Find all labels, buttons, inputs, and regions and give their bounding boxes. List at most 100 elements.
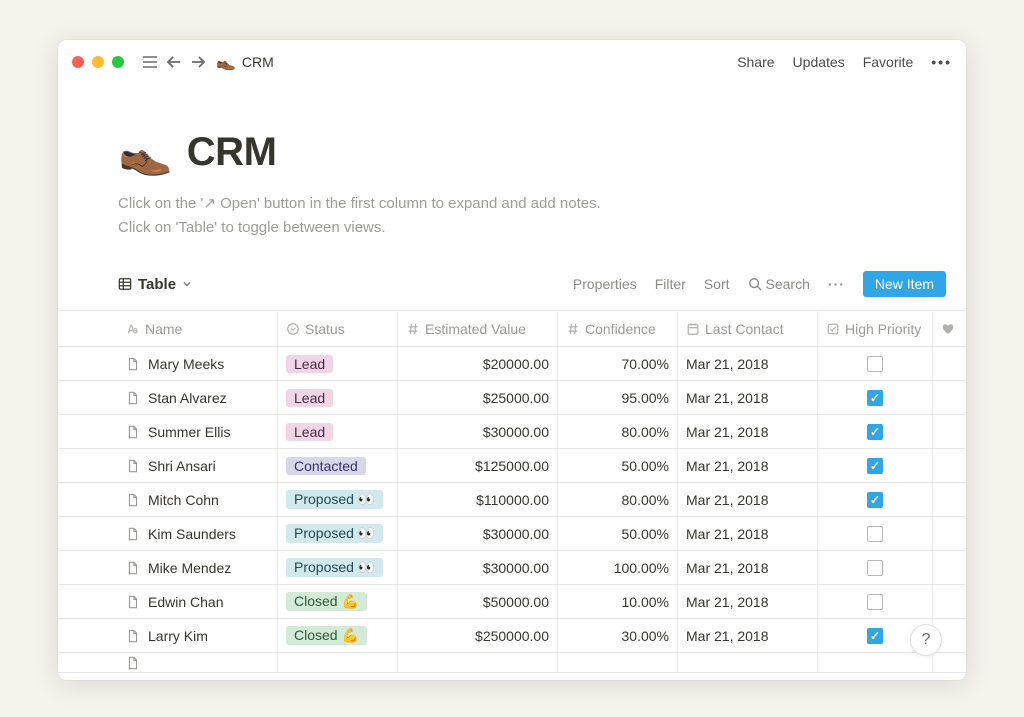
cell-name[interactable]: Shri Ansari [118, 449, 278, 482]
cell-name[interactable]: Stan Alvarez [118, 381, 278, 414]
table-row[interactable]: Larry KimClosed 💪$250000.0030.00%Mar 21,… [58, 618, 966, 652]
new-item-button[interactable]: New Item [863, 271, 946, 297]
cell-name[interactable]: Mary Meeks [118, 347, 278, 380]
cell-status[interactable]: Proposed 👀 [278, 483, 398, 516]
share-button[interactable]: Share [737, 54, 774, 70]
cell-confidence[interactable]: 10.00% [558, 585, 678, 618]
cell-priority[interactable] [818, 483, 933, 516]
cell-priority[interactable] [818, 347, 933, 380]
cell-confidence[interactable]: 95.00% [558, 381, 678, 414]
forward-icon[interactable] [186, 50, 210, 74]
cell-status[interactable]: Lead [278, 347, 398, 380]
cell-overflow[interactable] [933, 449, 966, 482]
table-row[interactable]: Shri AnsariContacted$125000.0050.00%Mar … [58, 448, 966, 482]
priority-checkbox[interactable] [867, 390, 883, 406]
cell-status[interactable]: Proposed 👀 [278, 517, 398, 550]
table-row[interactable]: Edwin ChanClosed 💪$50000.0010.00%Mar 21,… [58, 584, 966, 618]
favorite-button[interactable]: Favorite [863, 54, 914, 70]
cell-last-contact[interactable]: Mar 21, 2018 [678, 585, 818, 618]
table-row[interactable]: Stan AlvarezLead$25000.0095.00%Mar 21, 2… [58, 380, 966, 414]
priority-checkbox[interactable] [867, 424, 883, 440]
cell-confidence[interactable]: 70.00% [558, 347, 678, 380]
back-icon[interactable] [162, 50, 186, 74]
more-menu-icon[interactable]: ••• [931, 54, 952, 70]
cell-confidence[interactable]: 50.00% [558, 517, 678, 550]
cell-last-contact[interactable]: Mar 21, 2018 [678, 415, 818, 448]
view-selector[interactable]: Table [118, 276, 192, 293]
cell-confidence[interactable]: 80.00% [558, 483, 678, 516]
page-title[interactable]: CRM [187, 130, 277, 175]
cell-estimated[interactable]: $250000.00 [398, 619, 558, 652]
col-high-priority[interactable]: High Priority [818, 311, 933, 346]
cell-overflow[interactable] [933, 415, 966, 448]
priority-checkbox[interactable] [867, 526, 883, 542]
priority-checkbox[interactable] [867, 628, 883, 644]
cell-name[interactable]: Larry Kim [118, 619, 278, 652]
cell-overflow[interactable] [933, 551, 966, 584]
cell-confidence[interactable]: 80.00% [558, 415, 678, 448]
cell-overflow[interactable] [933, 585, 966, 618]
page-icon[interactable]: 👞 [118, 126, 173, 178]
cell-priority[interactable] [818, 517, 933, 550]
cell-status[interactable]: Lead [278, 381, 398, 414]
page-description[interactable]: Click on the '↗ Open' button in the firs… [118, 192, 966, 240]
cell-confidence[interactable]: 50.00% [558, 449, 678, 482]
cell-priority[interactable] [818, 415, 933, 448]
cell-priority[interactable] [818, 585, 933, 618]
cell-priority[interactable] [818, 381, 933, 414]
priority-checkbox[interactable] [867, 492, 883, 508]
priority-checkbox[interactable] [867, 458, 883, 474]
col-overflow[interactable] [933, 311, 966, 346]
sidebar-toggle-icon[interactable] [138, 50, 162, 74]
table-row[interactable]: Kim SaundersProposed 👀$30000.0050.00%Mar… [58, 516, 966, 550]
cell-status[interactable]: Proposed 👀 [278, 551, 398, 584]
col-status[interactable]: Status [278, 311, 398, 346]
priority-checkbox[interactable] [867, 356, 883, 372]
close-window-button[interactable] [72, 56, 84, 68]
cell-name[interactable]: Mitch Cohn [118, 483, 278, 516]
minimize-window-button[interactable] [92, 56, 104, 68]
properties-button[interactable]: Properties [573, 276, 637, 292]
cell-last-contact[interactable]: Mar 21, 2018 [678, 517, 818, 550]
cell-last-contact[interactable]: Mar 21, 2018 [678, 483, 818, 516]
cell-estimated[interactable]: $110000.00 [398, 483, 558, 516]
col-estimated[interactable]: Estimated Value [398, 311, 558, 346]
cell-estimated[interactable]: $25000.00 [398, 381, 558, 414]
cell-name[interactable]: Kim Saunders [118, 517, 278, 550]
filter-button[interactable]: Filter [655, 276, 686, 292]
cell-status[interactable]: Closed 💪 [278, 619, 398, 652]
cell-last-contact[interactable]: Mar 21, 2018 [678, 381, 818, 414]
cell-confidence[interactable]: 100.00% [558, 551, 678, 584]
cell-confidence[interactable]: 30.00% [558, 619, 678, 652]
cell-priority[interactable] [818, 551, 933, 584]
cell-name[interactable]: Edwin Chan [118, 585, 278, 618]
cell-overflow[interactable] [933, 483, 966, 516]
col-confidence[interactable]: Confidence [558, 311, 678, 346]
updates-button[interactable]: Updates [793, 54, 845, 70]
cell-estimated[interactable]: $30000.00 [398, 517, 558, 550]
cell-overflow[interactable] [933, 517, 966, 550]
table-row[interactable]: Summer EllisLead$30000.0080.00%Mar 21, 2… [58, 414, 966, 448]
cell-status[interactable]: Contacted [278, 449, 398, 482]
table-row[interactable]: Mitch CohnProposed 👀$110000.0080.00%Mar … [58, 482, 966, 516]
cell-estimated[interactable]: $20000.00 [398, 347, 558, 380]
priority-checkbox[interactable] [867, 560, 883, 576]
cell-name[interactable]: Summer Ellis [118, 415, 278, 448]
cell-name[interactable]: Mike Mendez [118, 551, 278, 584]
zoom-window-button[interactable] [112, 56, 124, 68]
cell-last-contact[interactable]: Mar 21, 2018 [678, 347, 818, 380]
cell-status[interactable]: Lead [278, 415, 398, 448]
sort-button[interactable]: Sort [704, 276, 730, 292]
view-more-icon[interactable]: ··· [828, 276, 845, 292]
search-button[interactable]: Search [748, 276, 810, 292]
cell-last-contact[interactable]: Mar 21, 2018 [678, 551, 818, 584]
cell-estimated[interactable]: $30000.00 [398, 551, 558, 584]
cell-overflow[interactable] [933, 347, 966, 380]
cell-last-contact[interactable]: Mar 21, 2018 [678, 619, 818, 652]
table-row[interactable]: Mary MeeksLead$20000.0070.00%Mar 21, 201… [58, 346, 966, 380]
cell-status[interactable]: Closed 💪 [278, 585, 398, 618]
col-name[interactable]: Name [118, 311, 278, 346]
cell-last-contact[interactable]: Mar 21, 2018 [678, 449, 818, 482]
cell-estimated[interactable]: $30000.00 [398, 415, 558, 448]
col-last-contact[interactable]: Last Contact [678, 311, 818, 346]
